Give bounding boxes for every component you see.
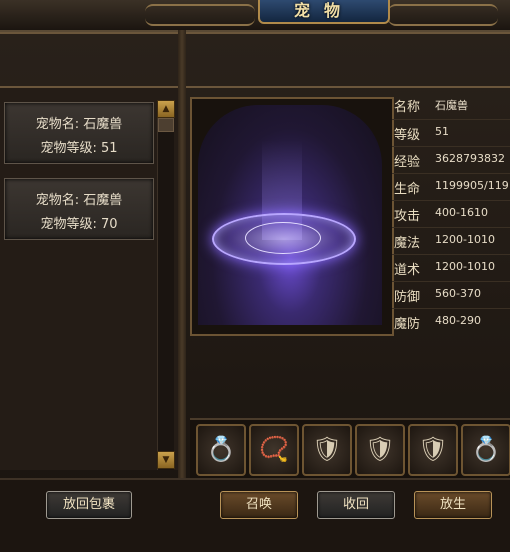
scroll-down-icon[interactable]: ▼ (157, 451, 175, 469)
stat-name: 名称 石魔兽 (394, 99, 468, 115)
portal-rune-icon (245, 222, 321, 254)
put-back-button[interactable]: 放回包裹 (46, 491, 132, 519)
armor-icon[interactable]: 🛡 (302, 424, 352, 476)
window-title: 宠物 (258, 0, 390, 24)
stat-magic-defense: 魔防 480-290 (394, 314, 481, 332)
pet-name: 宠物名: 石魔兽 (35, 117, 123, 132)
scroll-up-icon[interactable]: ▲ (157, 100, 175, 118)
window-header: 宠物 (0, 0, 510, 32)
necklace-icon[interactable]: 📿 (249, 424, 299, 476)
header-divider (0, 32, 510, 34)
summon-button[interactable]: 召唤 (220, 491, 298, 519)
panel-divider (178, 30, 186, 550)
scroll-thumb[interactable] (158, 118, 174, 132)
stat-attack: 攻击 400-1610 (394, 206, 488, 224)
pet-stats: 名称 石魔兽 等级 51 经验 3628793832 生命 1199905/119 攻击… (392, 92, 510, 332)
stat-exp: 经验 3628793832 (394, 152, 505, 170)
ring-icon[interactable]: 💍 (461, 424, 510, 476)
pet-list-item[interactable]: 宠物名: 石魔兽 宠物等级: 51 (4, 102, 154, 164)
pet-list-scrollbar[interactable] (157, 100, 174, 470)
recall-button[interactable]: 收回 (317, 491, 395, 519)
pet-level: 宠物等级: 70 (40, 217, 118, 232)
header-ornament-left (145, 4, 255, 26)
bracelet-icon[interactable]: 💍 (196, 424, 246, 476)
header-ornament-right (388, 4, 498, 26)
stat-level: 等级 51 (394, 125, 449, 143)
stat-taoism: 道术 1200-1010 (394, 260, 495, 278)
pet-name: 宠物名: 石魔兽 (35, 193, 123, 208)
pet-level: 宠物等级: 51 (40, 141, 118, 156)
stat-defense: 防御 560-370 (394, 287, 481, 305)
stat-hp: 生命 1199905/119 (394, 179, 509, 197)
release-button[interactable]: 放生 (414, 491, 492, 519)
armor-icon[interactable]: 🛡 (355, 424, 405, 476)
stat-magic: 魔法 1200-1010 (394, 233, 495, 251)
armor-icon[interactable]: 🛡 (408, 424, 458, 476)
pet-list-item[interactable]: 宠物名: 石魔兽 宠物等级: 70 (4, 178, 154, 240)
